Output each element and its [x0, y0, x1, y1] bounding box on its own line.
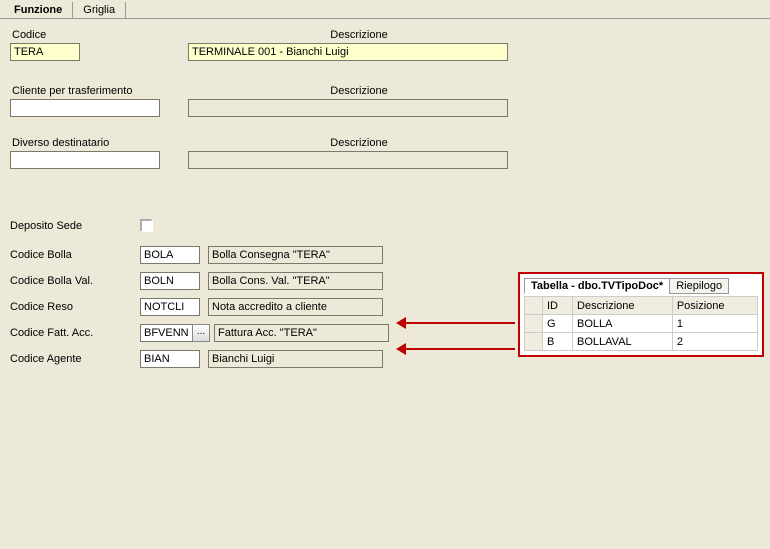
cliente-input[interactable]	[10, 99, 160, 117]
codice-bolla-val-input[interactable]	[140, 272, 200, 290]
diverso-desc-input	[188, 151, 508, 169]
codice-label: Codice	[10, 29, 100, 41]
codice-reso-desc: Nota accredito a cliente	[208, 298, 383, 316]
codice-fatt-label: Codice Fatt. Acc.	[10, 327, 140, 339]
cell-pos: 2	[672, 333, 757, 351]
cell-descr: BOLLAVAL	[573, 333, 673, 351]
col-descrizione[interactable]: Descrizione	[573, 297, 673, 315]
main-tabs: Funzione Griglia	[0, 0, 770, 19]
tab-griglia[interactable]: Griglia	[73, 2, 126, 18]
cell-id: G	[543, 315, 573, 333]
codice-agente-desc: Bianchi Luigi	[208, 350, 383, 368]
deposito-checkbox[interactable]	[140, 219, 153, 232]
cliente-desc-label: Descrizione	[188, 85, 528, 97]
codice-input[interactable]	[10, 43, 80, 61]
arrow-annotation	[400, 322, 515, 324]
data-table: ID Descrizione Posizione G BOLLA 1 B BOL…	[524, 296, 758, 351]
cell-descr: BOLLA	[573, 315, 673, 333]
table-row[interactable]: G BOLLA 1	[525, 315, 758, 333]
codice-fatt-input[interactable]	[140, 324, 196, 342]
diverso-desc-label: Descrizione	[188, 137, 528, 149]
table-row[interactable]: B BOLLAVAL 2	[525, 333, 758, 351]
arrow-annotation	[400, 348, 515, 350]
col-id[interactable]: ID	[543, 297, 573, 315]
codice-bolla-desc: Bolla Consegna "TERA"	[208, 246, 383, 264]
codice-bolla-label: Codice Bolla	[10, 249, 140, 261]
codice-reso-input[interactable]	[140, 298, 200, 316]
panel-tab-tabella[interactable]: Tabella - dbo.TVTipoDoc*	[524, 278, 670, 294]
codice-fatt-desc: Fattura Acc. "TERA"	[214, 324, 389, 342]
codice-bolla-val-desc: Bolla Cons. Val. "TERA"	[208, 272, 383, 290]
descrizione-input[interactable]	[188, 43, 508, 61]
codice-bolla-val-label: Codice Bolla Val.	[10, 275, 140, 287]
diverso-input[interactable]	[10, 151, 160, 169]
cell-pos: 1	[672, 315, 757, 333]
descrizione-label: Descrizione	[188, 29, 528, 41]
cliente-label: Cliente per trasferimento	[10, 85, 170, 97]
table-panel: Tabella - dbo.TVTipoDoc* Riepilogo ID De…	[518, 272, 764, 357]
codice-reso-label: Codice Reso	[10, 301, 140, 313]
lookup-button[interactable]: ...	[192, 324, 210, 342]
codice-agente-label: Codice Agente	[10, 353, 140, 365]
deposito-label: Deposito Sede	[10, 220, 140, 232]
panel-tab-riepilogo[interactable]: Riepilogo	[669, 278, 729, 294]
table-corner	[525, 297, 543, 315]
codice-agente-input[interactable]	[140, 350, 200, 368]
codice-bolla-input[interactable]	[140, 246, 200, 264]
col-posizione[interactable]: Posizione	[672, 297, 757, 315]
cliente-desc-input	[188, 99, 508, 117]
tab-funzione[interactable]: Funzione	[4, 2, 73, 18]
cell-id: B	[543, 333, 573, 351]
diverso-label: Diverso destinatario	[10, 137, 170, 149]
